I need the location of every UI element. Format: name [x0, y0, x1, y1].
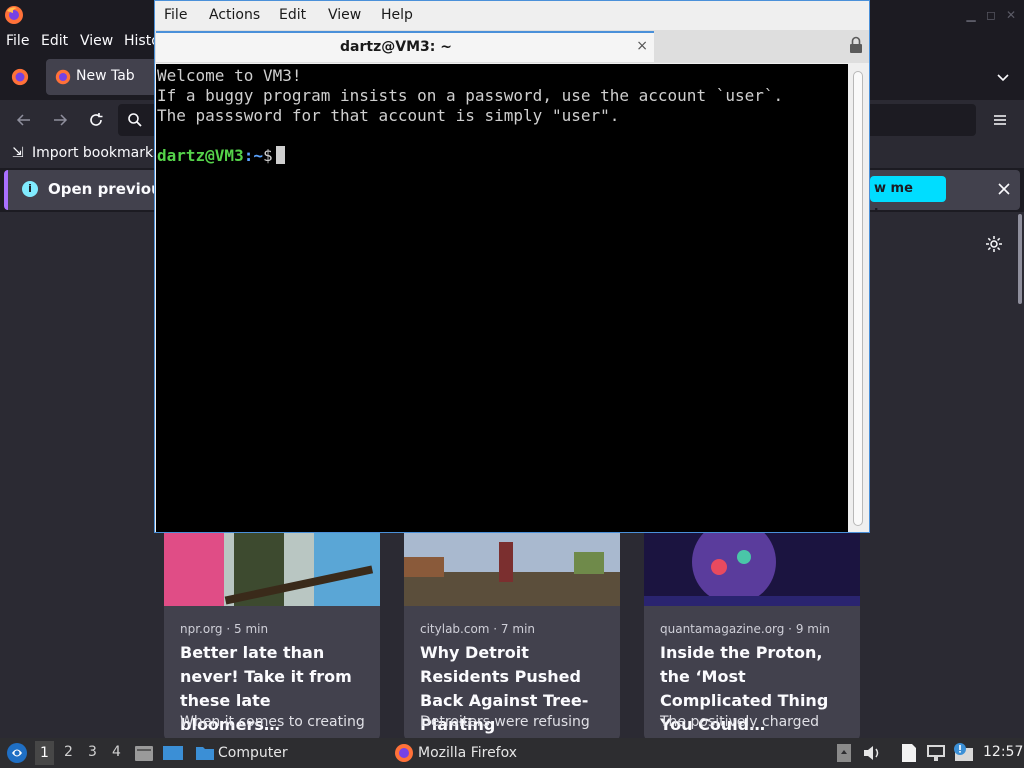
- taskbar: 1 2 3 4 Computer Mozilla Firefox 12:57: [0, 738, 1024, 768]
- import-bookmarks-link[interactable]: Import bookmarks: [32, 145, 160, 161]
- terminal-tab-title: dartz@VM3: ~: [340, 39, 452, 55]
- terminal-tabbar: dartz@VM3: ~ ×: [155, 30, 869, 63]
- task-label: Computer: [218, 745, 288, 761]
- chevron-down-icon[interactable]: [996, 70, 1010, 84]
- workspace-2[interactable]: 2: [64, 744, 73, 760]
- menu-edit[interactable]: Edit: [41, 33, 68, 49]
- folder-icon: [196, 747, 214, 760]
- story-source: quantamagazine.org · 9 min: [660, 622, 830, 636]
- forward-arrow-icon[interactable]: [52, 112, 68, 128]
- tab-label: New Tab: [76, 68, 135, 84]
- terminal-menu-file[interactable]: File: [164, 7, 187, 23]
- story-source: citylab.com · 7 min: [420, 622, 536, 636]
- terminal-screen[interactable]: Welcome to VM3! If a buggy program insis…: [156, 64, 848, 532]
- close-notification-icon[interactable]: [997, 182, 1011, 196]
- notes-tray-icon[interactable]: [900, 743, 918, 763]
- workspace-1[interactable]: 1: [35, 741, 54, 765]
- notification-text: Open previous: [48, 180, 171, 198]
- back-arrow-icon[interactable]: [16, 112, 32, 128]
- firefox-view-icon[interactable]: [11, 68, 29, 86]
- terminal-output-line: If a buggy program insists on a password…: [157, 86, 784, 105]
- reload-icon[interactable]: [88, 112, 104, 128]
- maximize-icon[interactable]: ◻: [984, 8, 998, 22]
- show-me-how-button[interactable]: w me how: [870, 176, 946, 222]
- updates-icon[interactable]: [952, 742, 976, 764]
- menu-view[interactable]: View: [80, 33, 113, 49]
- start-menu-icon[interactable]: [6, 742, 28, 764]
- terminal-menubar: File Actions Edit View Help: [155, 1, 869, 30]
- text-cursor: [275, 146, 285, 164]
- info-icon: i: [22, 181, 38, 197]
- prompt-symbol: $: [262, 146, 273, 165]
- terminal-menu-view[interactable]: View: [328, 7, 361, 23]
- task-label: Mozilla Firefox: [418, 745, 518, 761]
- hamburger-menu-icon[interactable]: [992, 112, 1008, 128]
- firefox-logo-icon: [5, 6, 23, 24]
- page-scrollbar[interactable]: [1018, 214, 1022, 304]
- workspace-4[interactable]: 4: [112, 744, 121, 760]
- story-source: npr.org · 5 min: [180, 622, 269, 636]
- terminal-window: File Actions Edit View Help dartz@VM3: ~…: [154, 0, 870, 533]
- tab-new-tab[interactable]: New Tab: [46, 59, 158, 95]
- story-card[interactable]: citylab.com · 7 min Why Detroit Resident…: [404, 532, 620, 742]
- minimize-icon[interactable]: ▁: [964, 8, 978, 22]
- workspace-3[interactable]: 3: [88, 744, 97, 760]
- network-icon[interactable]: [926, 744, 946, 762]
- search-icon: [128, 113, 142, 127]
- terminal-scrollbar-thumb[interactable]: [853, 71, 863, 526]
- firefox-tab-icon: [55, 69, 71, 85]
- story-description: Detroiters were refusing: [420, 714, 590, 730]
- story-image: [644, 532, 860, 606]
- firefox-icon: [395, 744, 413, 762]
- terminal-output-line: Welcome to VM3!: [157, 66, 302, 85]
- close-icon[interactable]: ✕: [1004, 8, 1018, 22]
- lock-icon[interactable]: [849, 36, 863, 54]
- story-card[interactable]: quantamagazine.org · 9 min Inside the Pr…: [644, 532, 860, 742]
- clock[interactable]: 12:57: [983, 744, 1023, 760]
- terminal-prompt: dartz@VM3:~$: [157, 146, 285, 166]
- gear-icon[interactable]: [985, 235, 1003, 253]
- import-icon: ⇲: [12, 145, 24, 161]
- terminal-menu-edit[interactable]: Edit: [279, 7, 306, 23]
- story-image: [404, 532, 620, 606]
- story-image: [164, 532, 380, 606]
- story-description: The positively charged: [660, 714, 820, 730]
- menu-file[interactable]: File: [6, 33, 29, 49]
- volume-icon[interactable]: [862, 744, 882, 762]
- terminal-output-line: The passsword for that account is simply…: [157, 106, 620, 125]
- close-tab-icon[interactable]: ×: [636, 38, 648, 54]
- clipboard-tray-icon[interactable]: [836, 743, 852, 763]
- terminal-menu-help[interactable]: Help: [381, 7, 413, 23]
- show-desktop-icon[interactable]: [162, 743, 184, 763]
- file-manager-icon[interactable]: [134, 743, 154, 763]
- terminal-tab[interactable]: dartz@VM3: ~ ×: [156, 31, 654, 62]
- terminal-menu-actions[interactable]: Actions: [209, 7, 260, 23]
- prompt-path: :~: [243, 146, 263, 165]
- prompt-user: dartz@VM3: [157, 146, 244, 165]
- story-description: When it comes to creating: [180, 714, 365, 730]
- story-card[interactable]: npr.org · 5 min Better late than never! …: [164, 532, 380, 742]
